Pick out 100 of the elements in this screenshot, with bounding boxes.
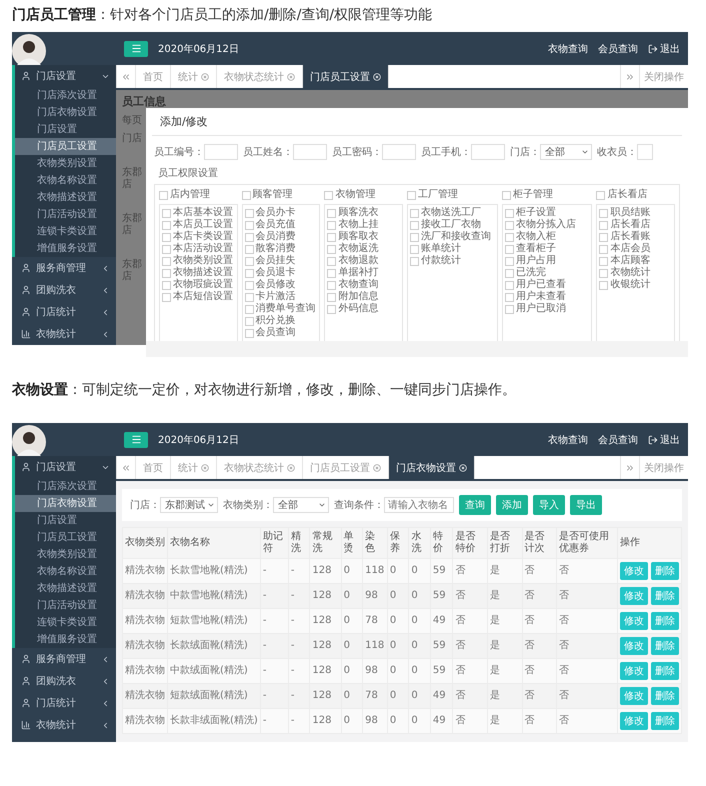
sidebar-menu-item[interactable]: 团购洗衣 bbox=[12, 670, 116, 692]
checkbox[interactable] bbox=[599, 208, 608, 218]
checkbox[interactable] bbox=[162, 232, 171, 242]
checkbox[interactable] bbox=[504, 220, 514, 230]
sidebar-submenu-item[interactable]: 增值服务设置 bbox=[15, 631, 116, 648]
checkbox[interactable] bbox=[410, 220, 420, 230]
sidebar-submenu-item[interactable]: 连锁卡类设置 bbox=[15, 223, 116, 240]
scroll-right-button[interactable] bbox=[620, 65, 640, 88]
scroll-left-button[interactable] bbox=[116, 65, 136, 88]
checkbox[interactable] bbox=[242, 190, 251, 200]
checkbox[interactable] bbox=[599, 268, 608, 278]
checkbox[interactable] bbox=[504, 304, 514, 314]
input-field[interactable] bbox=[293, 144, 327, 160]
checkbox[interactable] bbox=[327, 256, 336, 266]
sidebar-submenu-item[interactable]: 衣物类别设置 bbox=[15, 546, 116, 563]
select-field[interactable]: 全部 bbox=[540, 144, 592, 160]
checkbox[interactable] bbox=[504, 280, 514, 290]
checkbox[interactable] bbox=[327, 208, 336, 218]
checkbox[interactable] bbox=[327, 304, 336, 314]
checkbox[interactable] bbox=[244, 244, 254, 254]
sidebar-submenu-item[interactable]: 衣物描述设置 bbox=[15, 580, 116, 597]
input-field[interactable] bbox=[471, 144, 505, 160]
sidebar-submenu-item[interactable]: 门店衣物设置 bbox=[15, 104, 116, 121]
checkbox[interactable] bbox=[244, 328, 254, 338]
checkbox[interactable] bbox=[244, 292, 254, 302]
checkbox[interactable] bbox=[244, 232, 254, 242]
checkbox[interactable] bbox=[162, 220, 171, 230]
checkbox[interactable] bbox=[599, 220, 608, 230]
input-field[interactable] bbox=[382, 144, 416, 160]
sidebar-submenu-item[interactable]: 门店活动设置 bbox=[15, 206, 116, 223]
checkbox[interactable] bbox=[244, 220, 254, 230]
checkbox[interactable] bbox=[599, 280, 608, 290]
checkbox[interactable] bbox=[327, 292, 336, 302]
header-link[interactable]: 会员查询 bbox=[598, 42, 638, 56]
checkbox[interactable] bbox=[504, 292, 514, 302]
checkbox[interactable] bbox=[504, 208, 514, 218]
input-field[interactable]: 请输入衣物名 bbox=[384, 497, 454, 513]
header-link[interactable]: 退出 bbox=[648, 42, 680, 56]
sidebar-submenu-item[interactable]: 门店设置 bbox=[15, 121, 116, 138]
checkbox[interactable] bbox=[159, 190, 168, 200]
checkbox[interactable] bbox=[162, 292, 171, 302]
sidebar-submenu-item[interactable]: 衣物名称设置 bbox=[15, 172, 116, 189]
checkbox[interactable] bbox=[502, 190, 511, 200]
checkbox[interactable] bbox=[162, 280, 171, 290]
sidebar-submenu-item[interactable]: 增值服务设置 bbox=[15, 240, 116, 257]
checkbox[interactable] bbox=[407, 190, 416, 200]
menu-button[interactable] bbox=[124, 40, 148, 56]
checkbox[interactable] bbox=[162, 268, 171, 278]
menu-button[interactable] bbox=[124, 432, 148, 448]
checkbox[interactable] bbox=[504, 256, 514, 266]
header-link[interactable]: 会员查询 bbox=[598, 432, 638, 446]
checkbox[interactable] bbox=[410, 244, 420, 254]
scroll-left-button[interactable] bbox=[116, 456, 136, 479]
checkbox[interactable] bbox=[596, 190, 606, 200]
sidebar-menu-item[interactable]: 门店统计 bbox=[12, 692, 116, 714]
checkbox[interactable] bbox=[599, 232, 608, 242]
checkbox[interactable] bbox=[244, 256, 254, 266]
select-field[interactable]: 全部 bbox=[273, 497, 329, 513]
page-tab[interactable]: 门店衣物设置 bbox=[389, 456, 475, 479]
sidebar-menu-item[interactable]: 团购洗衣 bbox=[12, 279, 116, 301]
input-field[interactable] bbox=[204, 144, 238, 160]
sidebar-submenu-item[interactable]: 衣物名称设置 bbox=[15, 563, 116, 580]
sidebar-submenu-item[interactable]: 门店添次设置 bbox=[15, 478, 116, 495]
sidebar-menu-item[interactable]: 服务商管理 bbox=[12, 257, 116, 279]
checkbox[interactable] bbox=[410, 256, 420, 266]
checkbox[interactable] bbox=[244, 316, 254, 326]
checkbox[interactable] bbox=[504, 244, 514, 254]
sidebar-menu-item[interactable]: 服务商管理 bbox=[12, 648, 116, 670]
sidebar-menu-item[interactable]: 衣物统计 bbox=[12, 323, 116, 345]
header-link[interactable]: 退出 bbox=[648, 432, 680, 446]
checkbox[interactable] bbox=[162, 244, 171, 254]
checkbox[interactable] bbox=[244, 208, 254, 218]
sidebar-submenu-item[interactable]: 门店活动设置 bbox=[15, 597, 116, 614]
sidebar-submenu-item[interactable]: 门店设置 bbox=[15, 512, 116, 529]
sidebar-menu-item[interactable]: 门店设置 bbox=[12, 65, 116, 87]
checkbox[interactable] bbox=[162, 256, 171, 266]
checkbox[interactable] bbox=[327, 220, 336, 230]
checkbox[interactable] bbox=[327, 232, 336, 242]
checkbox[interactable] bbox=[324, 190, 334, 200]
sidebar-menu-item[interactable]: 门店统计 bbox=[12, 301, 116, 323]
checkbox[interactable] bbox=[327, 280, 336, 290]
checkbox[interactable] bbox=[327, 268, 336, 278]
page-tab[interactable]: 门店员工设置 bbox=[303, 65, 389, 88]
checkbox[interactable] bbox=[162, 208, 171, 218]
scroll-right-button[interactable] bbox=[620, 456, 640, 479]
checkbox[interactable] bbox=[599, 244, 608, 254]
sidebar-menu-item[interactable]: 衣物统计 bbox=[12, 714, 116, 736]
checkbox[interactable] bbox=[244, 304, 254, 314]
header-link[interactable]: 衣物查询 bbox=[548, 42, 588, 56]
input-field[interactable] bbox=[637, 144, 653, 160]
sidebar-submenu-item[interactable]: 衣物描述设置 bbox=[15, 189, 116, 206]
checkbox[interactable] bbox=[410, 232, 420, 242]
sidebar-submenu-item[interactable]: 连锁卡类设置 bbox=[15, 614, 116, 631]
sidebar-menu-item[interactable]: 门店设置 bbox=[12, 456, 116, 478]
sidebar-submenu-item[interactable]: 门店添次设置 bbox=[15, 87, 116, 104]
checkbox[interactable] bbox=[410, 208, 420, 218]
checkbox[interactable] bbox=[244, 268, 254, 278]
sidebar-submenu-item[interactable]: 门店员工设置 bbox=[15, 138, 116, 155]
sidebar-submenu-item[interactable]: 门店员工设置 bbox=[15, 529, 116, 546]
checkbox[interactable] bbox=[504, 232, 514, 242]
